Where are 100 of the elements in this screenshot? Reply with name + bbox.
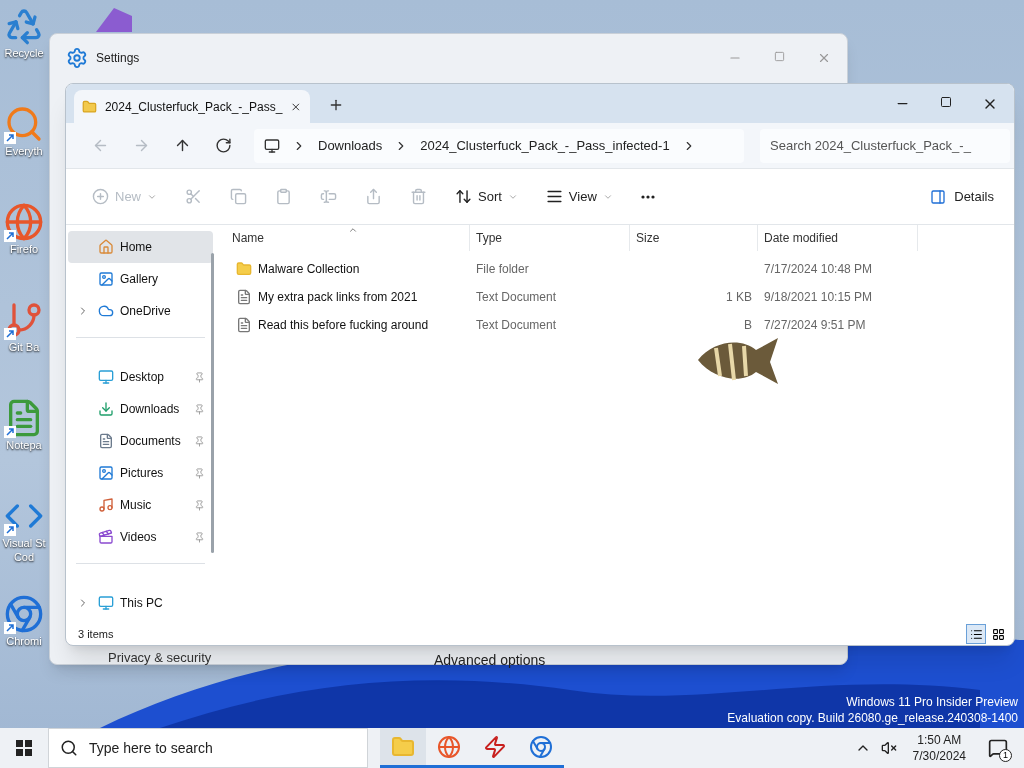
column-header[interactable]: Type	[470, 224, 630, 251]
watermark-text: Windows 11 Pro Insider Preview	[846, 694, 1018, 710]
breadcrumb-item[interactable]: Downloads	[318, 135, 383, 156]
toolbar-button[interactable]: View	[535, 180, 623, 213]
pin-icon[interactable]	[194, 467, 205, 479]
copy-icon	[230, 188, 247, 205]
scrollbar[interactable]	[211, 253, 214, 553]
shortcut-arrow-icon	[4, 230, 16, 242]
table-cell-text: Text Document	[475, 317, 558, 334]
watermark-text: Evaluation copy. Build 26080.ge_release.240308-1400	[727, 710, 1018, 726]
shortcut-arrow-icon	[4, 426, 16, 438]
new-tab-icon[interactable]	[328, 97, 344, 113]
grid-icon	[991, 627, 1005, 641]
video-icon	[98, 529, 114, 545]
table-cell-text: B	[744, 317, 752, 334]
more-icon	[640, 194, 655, 199]
start-icon[interactable]	[16, 740, 32, 756]
column-header[interactable]: Name	[226, 224, 470, 251]
column-header[interactable]: Size	[630, 224, 758, 251]
shortcut-arrow-icon	[4, 524, 16, 536]
sidebar-item[interactable]: Music	[68, 489, 213, 521]
details-button[interactable]: Details	[930, 186, 994, 207]
sidebar-item[interactable]: Downloads	[68, 393, 213, 425]
search-field[interactable]: Search 2024_Clusterfuck_Pack_-_	[760, 128, 1010, 163]
document-icon	[236, 289, 252, 305]
clipboard-icon	[275, 188, 292, 205]
notification-count: 1	[999, 749, 1012, 762]
recycle-bin-icon[interactable]	[4, 6, 44, 46]
shortcut-arrow-icon	[4, 622, 16, 634]
magnifier-icon[interactable]	[4, 104, 44, 144]
sort-icon	[455, 188, 472, 205]
sidebar-item[interactable]: OneDrive	[68, 295, 213, 327]
table-cell-text: File folder	[475, 261, 530, 278]
sidebar-item[interactable]: Desktop	[68, 361, 213, 393]
monitor-icon	[264, 137, 280, 154]
address-bar[interactable]: Downloads 2024_Clusterfuck_Pack_-_Pass_infected-1	[254, 128, 744, 163]
browser-icon[interactable]	[4, 202, 44, 242]
document-icon	[236, 317, 252, 333]
picture-icon	[98, 465, 114, 481]
search-icon	[60, 739, 78, 757]
monitor-icon	[98, 369, 114, 385]
pin-icon[interactable]	[194, 435, 205, 447]
sidebar-item[interactable]: This PC	[68, 587, 213, 619]
browser-icon	[437, 734, 461, 759]
rename-icon	[320, 188, 337, 205]
tab[interactable]: 2024_Clusterfuck_Pack_-_Pass_	[74, 90, 310, 123]
table-cell-text: 9/18/2021 10:15 PM	[763, 289, 874, 306]
tab-title: 2024_Clusterfuck_Pack_-_Pass_	[104, 98, 283, 116]
sidebar-item[interactable]: Home	[68, 231, 213, 263]
list-icon	[969, 627, 983, 641]
column-header[interactable]: Date modified	[758, 224, 918, 251]
shortcut-arrow-icon	[4, 132, 16, 144]
table-cell-text: 7/17/2024 10:48 PM	[763, 261, 874, 278]
toolbar-button[interactable]: Sort	[445, 180, 528, 213]
scissors-icon	[185, 188, 202, 205]
folder-icon	[391, 734, 415, 759]
sidebar-item[interactable]: Documents	[68, 425, 213, 457]
table-cell-text: Text Document	[475, 289, 558, 306]
folder-icon	[236, 261, 252, 277]
table-cell-text: 1 KB	[726, 289, 752, 306]
file-name[interactable]: Malware Collection	[258, 260, 360, 278]
music-icon	[98, 497, 114, 513]
table-cell-text: 7/27/2024 9:51 PM	[763, 317, 867, 334]
file-name[interactable]: Read this before fucking around	[258, 316, 429, 334]
settings-icon	[66, 47, 88, 69]
share-icon	[365, 188, 382, 205]
taskbar-search-field[interactable]: Type here to search	[48, 728, 368, 768]
shortcut-arrow-icon	[4, 328, 16, 340]
nav-item[interactable]: Privacy & security	[108, 648, 212, 668]
sidebar-item[interactable]: Videos	[68, 521, 213, 553]
taskbar-app-button[interactable]	[380, 728, 426, 768]
pin-icon[interactable]	[194, 531, 205, 543]
file-name[interactable]: My extra pack links from 2021	[258, 288, 418, 306]
speaker-muted-icon[interactable]	[880, 740, 897, 756]
pin-icon[interactable]	[194, 371, 205, 383]
pin-icon[interactable]	[194, 499, 205, 511]
browser-icon	[529, 734, 553, 759]
refresh-icon[interactable]	[215, 137, 232, 154]
monitor-icon	[98, 595, 114, 611]
house-icon	[98, 239, 114, 255]
maximize-icon[interactable]	[940, 95, 952, 108]
details-view-button[interactable]	[966, 624, 986, 644]
sidebar-item[interactable]: Gallery	[68, 263, 213, 295]
download-icon	[98, 401, 114, 417]
cloud-icon	[98, 303, 114, 319]
trash-icon	[410, 188, 427, 205]
clock-date[interactable]: 7/30/2024	[912, 748, 966, 764]
picture-icon	[98, 271, 114, 287]
document-icon	[98, 433, 114, 449]
breadcrumb-item[interactable]: 2024_Clusterfuck_Pack_-_Pass_infected-1	[420, 135, 670, 156]
settings-link[interactable]: Advanced options	[434, 650, 546, 671]
clock-time[interactable]: 1:50 AM	[917, 732, 962, 748]
panel-icon	[930, 188, 947, 205]
pin-icon[interactable]	[194, 403, 205, 415]
bolt-icon	[483, 734, 507, 759]
lines-icon	[545, 188, 563, 205]
plus-icon	[92, 188, 109, 205]
status-text: 3 items	[78, 626, 114, 642]
window-title: Settings	[96, 50, 140, 67]
sidebar-item[interactable]: Pictures	[68, 457, 213, 489]
